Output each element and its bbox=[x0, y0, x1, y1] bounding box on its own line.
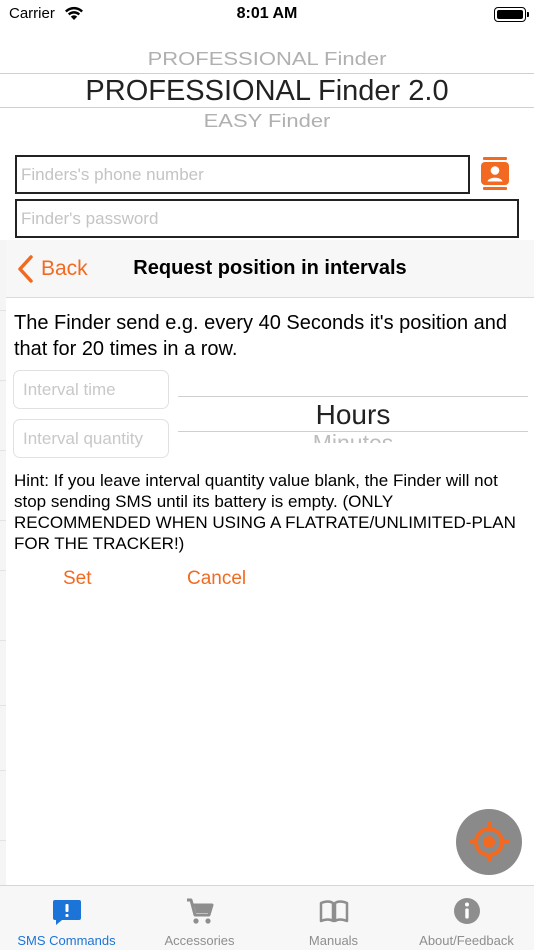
tab-sms-commands[interactable]: SMS Commands bbox=[0, 886, 133, 950]
unit-option-selected[interactable]: Hours bbox=[178, 397, 528, 431]
set-button[interactable]: Set bbox=[63, 568, 92, 590]
tab-about-feedback[interactable]: About/Feedback bbox=[400, 886, 533, 950]
sms-icon bbox=[52, 900, 81, 925]
password-input[interactable]: Finder's password bbox=[15, 199, 519, 238]
interval-description: The Finder send e.g. every 40 Seconds it… bbox=[14, 312, 507, 360]
tab-label: Accessories bbox=[164, 933, 235, 948]
picker-option-previous[interactable]: PROFESSIONAL Finder bbox=[0, 48, 534, 70]
hint-text: Hint: If you leave interval quantity val… bbox=[14, 471, 516, 553]
cancel-button[interactable]: Cancel bbox=[187, 568, 246, 590]
crosshair-icon bbox=[469, 822, 509, 862]
tab-accessories[interactable]: Accessories bbox=[133, 886, 266, 950]
interval-time-input[interactable]: Interval time bbox=[13, 370, 169, 409]
tab-bar: SMS Commands Accessories Manuals About/F… bbox=[0, 885, 534, 950]
cart-icon bbox=[186, 898, 213, 924]
contacts-icon[interactable] bbox=[481, 157, 509, 190]
phone-number-input[interactable]: Finders's phone number bbox=[15, 155, 470, 194]
locate-button[interactable] bbox=[456, 809, 522, 875]
tab-label: Manuals bbox=[308, 933, 359, 948]
interval-quantity-input[interactable]: Interval quantity bbox=[13, 419, 169, 458]
battery-icon bbox=[494, 7, 529, 22]
tab-label: SMS Commands bbox=[17, 933, 116, 948]
time-unit-picker[interactable]: Hours Minutes bbox=[178, 370, 528, 443]
status-bar: Carrier 8:01 AM bbox=[0, 0, 534, 30]
tab-manuals[interactable]: Manuals bbox=[267, 886, 400, 950]
unit-option-next[interactable]: Minutes bbox=[178, 430, 528, 443]
picker-option-next[interactable]: EASY Finder bbox=[0, 110, 534, 132]
modal-navigation-bar: Back Request position in intervals bbox=[6, 240, 534, 298]
tab-label: About/Feedback bbox=[419, 933, 514, 948]
info-icon bbox=[453, 898, 480, 924]
picker-divider bbox=[0, 107, 534, 108]
modal-title: Request position in intervals bbox=[133, 257, 407, 279]
book-icon bbox=[319, 900, 348, 923]
finder-model-picker[interactable]: PROFESSIONAL Finder PROFESSIONAL Finder … bbox=[0, 30, 534, 145]
picker-option-selected[interactable]: PROFESSIONAL Finder 2.0 bbox=[0, 74, 534, 108]
interval-request-modal: Back Request position in intervals The F… bbox=[6, 240, 534, 885]
app-screen: Carrier 8:01 AM PROFESSIONAL Finder PROF… bbox=[0, 0, 534, 950]
clock: 8:01 AM bbox=[236, 5, 298, 22]
